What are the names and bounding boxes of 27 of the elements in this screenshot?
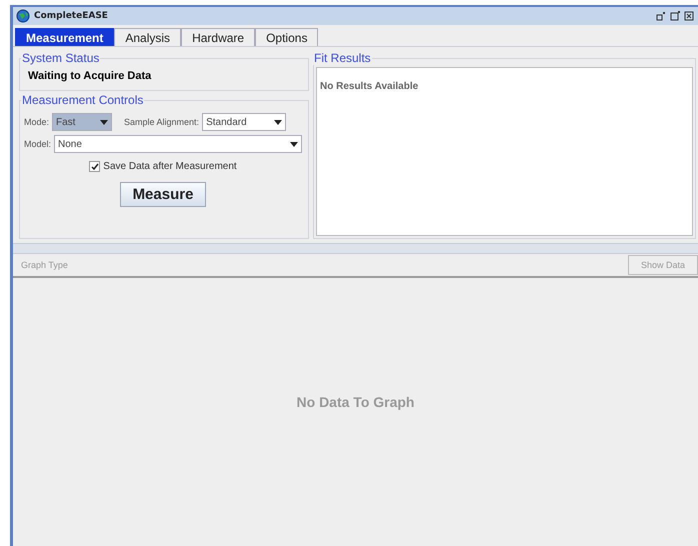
caret-icon: [290, 142, 298, 146]
tab[interactable]: Hardware: [181, 28, 256, 46]
globe-icon: [16, 9, 30, 23]
measure-button[interactable]: Measure: [120, 182, 206, 207]
field-label: Sample Alignment:: [124, 117, 200, 127]
status-message: Waiting to Acquire Data: [27, 69, 152, 84]
graph-type-label: Graph Type: [21, 260, 68, 270]
group-title: System Status: [21, 51, 100, 65]
alignment-dropdown[interactable]: Standard: [202, 113, 286, 131]
results-message: No Results Available: [320, 81, 418, 92]
empty-graph-message: No Data To Graph: [296, 394, 414, 410]
checkbox-label: Save Data after Measurement: [103, 161, 237, 172]
model-dropdown[interactable]: None: [54, 135, 302, 153]
field-label: Mode:: [24, 117, 50, 127]
tab[interactable]: Measurement: [15, 28, 114, 46]
caret-icon: [274, 120, 282, 124]
tab[interactable]: Analysis: [114, 28, 182, 46]
tab[interactable]: Options: [255, 28, 318, 46]
restore-icon[interactable]: [656, 11, 666, 21]
window-title: CompleteEASE: [34, 11, 108, 21]
field-label: Model:: [24, 139, 52, 149]
group-title: Fit Results: [313, 51, 372, 65]
close-icon[interactable]: [684, 11, 694, 21]
maximize-icon[interactable]: [670, 11, 680, 21]
checkbox[interactable]: [89, 161, 100, 172]
group-title: Measurement Controls: [21, 93, 144, 107]
caret-icon: [100, 120, 108, 124]
